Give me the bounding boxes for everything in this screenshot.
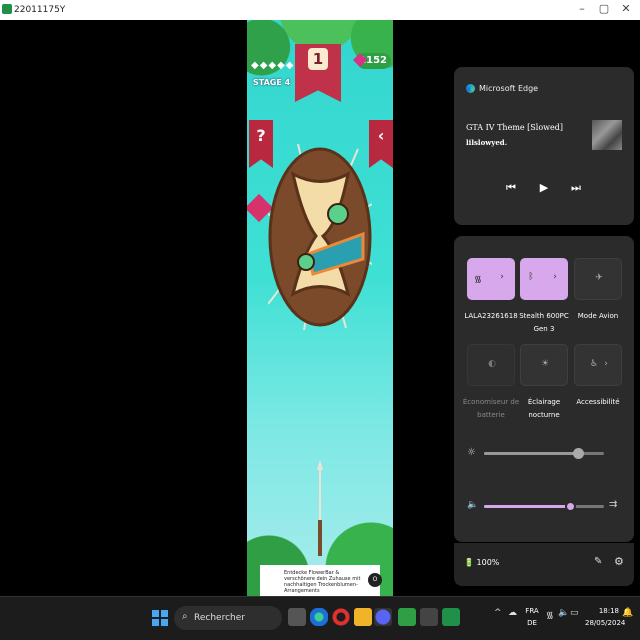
brightness-slider[interactable] bbox=[484, 448, 604, 459]
brightness-fill bbox=[484, 452, 578, 455]
volume-knob[interactable] bbox=[565, 501, 577, 512]
discord-icon[interactable] bbox=[374, 608, 392, 626]
volume-icon[interactable]: 🔈 bbox=[467, 500, 478, 510]
chevron-right-icon[interactable]: › bbox=[599, 359, 613, 369]
brightness-knob[interactable] bbox=[572, 448, 584, 459]
clock[interactable]: 18:18 28/05/2024 bbox=[585, 605, 626, 629]
gear-icon[interactable]: ⚙ bbox=[614, 555, 624, 568]
volume-slider[interactable] bbox=[484, 501, 604, 512]
maximize-button[interactable]: ▢ bbox=[596, 2, 612, 16]
track-title: GTA IV Theme [Slowed] bbox=[466, 123, 563, 132]
language-indicator[interactable]: FRA DE bbox=[524, 605, 540, 629]
battery-saver-toggle: ◐ bbox=[467, 344, 515, 386]
start-button[interactable] bbox=[152, 610, 168, 626]
volume-fill bbox=[484, 505, 571, 508]
volume-tray-icon[interactable]: 🔈 bbox=[558, 608, 569, 618]
ad-text: Entdecke FlowerBar & verschönere dein Zu… bbox=[284, 570, 361, 594]
chevron-up-icon[interactable]: ^ bbox=[494, 608, 502, 618]
chevron-right-icon[interactable]: › bbox=[548, 272, 562, 282]
bluetooth-icon: ᛒ bbox=[528, 272, 534, 282]
next-track-button[interactable]: ⏭ bbox=[568, 180, 584, 196]
window-titlebar: 22011175Y – ▢ ✕ bbox=[0, 0, 640, 20]
minecraft-icon[interactable] bbox=[398, 608, 416, 626]
media-app-name: Microsoft Edge bbox=[479, 84, 539, 93]
search-icon: ⌕ bbox=[182, 611, 188, 622]
airplane-mode-toggle[interactable]: ✈ bbox=[574, 258, 622, 300]
audio-output-icon[interactable]: ⇉ bbox=[609, 499, 617, 510]
track-thumbnail bbox=[592, 120, 622, 150]
back-button[interactable]: ‹ bbox=[369, 120, 393, 168]
night-light-toggle[interactable]: ☀ bbox=[520, 344, 568, 386]
language-code: FRA bbox=[525, 607, 539, 615]
edit-icon[interactable]: ✎ bbox=[594, 556, 602, 567]
battery-tray-icon[interactable]: ▭ bbox=[570, 608, 579, 618]
quick-settings-footer: 🔋 100% ✎ ⚙ bbox=[454, 543, 634, 586]
search-box[interactable]: ⌕ Rechercher bbox=[174, 606, 282, 630]
spinning-target bbox=[268, 144, 372, 330]
emulator-icon[interactable] bbox=[442, 608, 460, 626]
bluetooth-toggle[interactable]: ᛒ › bbox=[520, 258, 568, 300]
track-artist: lilslowyed. bbox=[466, 138, 508, 147]
level-number: 1 bbox=[308, 48, 328, 70]
previous-track-button[interactable]: ⏮ bbox=[503, 180, 519, 196]
clock-time: 18:18 bbox=[598, 607, 619, 615]
quick-settings-panel: ᯾ › ᛒ › ✈ LALA23261618 Stealth 600PC Gen… bbox=[454, 236, 634, 542]
airplane-label: Mode Avion bbox=[577, 312, 619, 320]
taskbar: ⌕ Rechercher ^ ☁ FRA DE ᯾ 🔈 ▭ 18:18 28/0… bbox=[0, 596, 640, 640]
close-button[interactable]: ✕ bbox=[618, 2, 634, 16]
night-light-icon: ☀ bbox=[540, 359, 550, 369]
battery-saver-icon: ◐ bbox=[488, 359, 496, 369]
wifi-icon: ᯾ bbox=[474, 275, 482, 285]
search-placeholder: Rechercher bbox=[194, 613, 245, 623]
chevron-right-icon[interactable]: › bbox=[495, 272, 509, 282]
file-explorer-icon[interactable] bbox=[354, 608, 372, 626]
stage-progress-icons: ◆◆◆◆◆ bbox=[251, 60, 295, 71]
clock-date: 28/05/2024 bbox=[585, 619, 626, 627]
opera-icon[interactable] bbox=[332, 608, 350, 626]
play-button[interactable]: ▶ bbox=[536, 180, 552, 196]
edge-icon bbox=[466, 84, 475, 93]
battery-percent: 100% bbox=[476, 558, 500, 567]
app-icon bbox=[2, 4, 12, 14]
keyboard-layout: DE bbox=[527, 619, 537, 627]
wifi-toggle[interactable]: ᯾ › bbox=[467, 258, 515, 300]
media-flyout: Microsoft Edge GTA IV Theme [Slowed] lil… bbox=[454, 67, 634, 225]
ad-banner[interactable]: Entdecke FlowerBar & verschönere dein Zu… bbox=[260, 565, 382, 596]
window-title: 22011175Y bbox=[14, 5, 66, 15]
accessibility-label: Accessibilité bbox=[576, 398, 620, 406]
accessibility-toggle[interactable]: ♿ › bbox=[574, 344, 622, 386]
game-view[interactable]: ◆◆◆◆◆ STAGE 4 1 1152 ? ‹ Entdecke Flower… bbox=[247, 20, 393, 596]
minimize-button[interactable]: – bbox=[574, 2, 590, 16]
stage-label: STAGE 4 bbox=[253, 78, 291, 87]
battery-status[interactable]: 🔋 100% bbox=[464, 558, 499, 567]
ad-open-button[interactable]: O bbox=[368, 573, 382, 587]
edge-taskbar-icon[interactable] bbox=[310, 608, 328, 626]
airplane-icon: ✈ bbox=[595, 273, 603, 283]
throwing-knife-icon bbox=[317, 460, 323, 556]
wifi-tray-icon[interactable]: ᯾ bbox=[546, 608, 554, 621]
terminal-icon[interactable] bbox=[420, 608, 438, 626]
brightness-icon: ☼ bbox=[467, 447, 476, 458]
task-view-icon[interactable] bbox=[288, 608, 306, 626]
notification-bell-icon[interactable]: 🔔 bbox=[622, 608, 633, 618]
cloud-icon[interactable]: ☁ bbox=[508, 608, 517, 618]
